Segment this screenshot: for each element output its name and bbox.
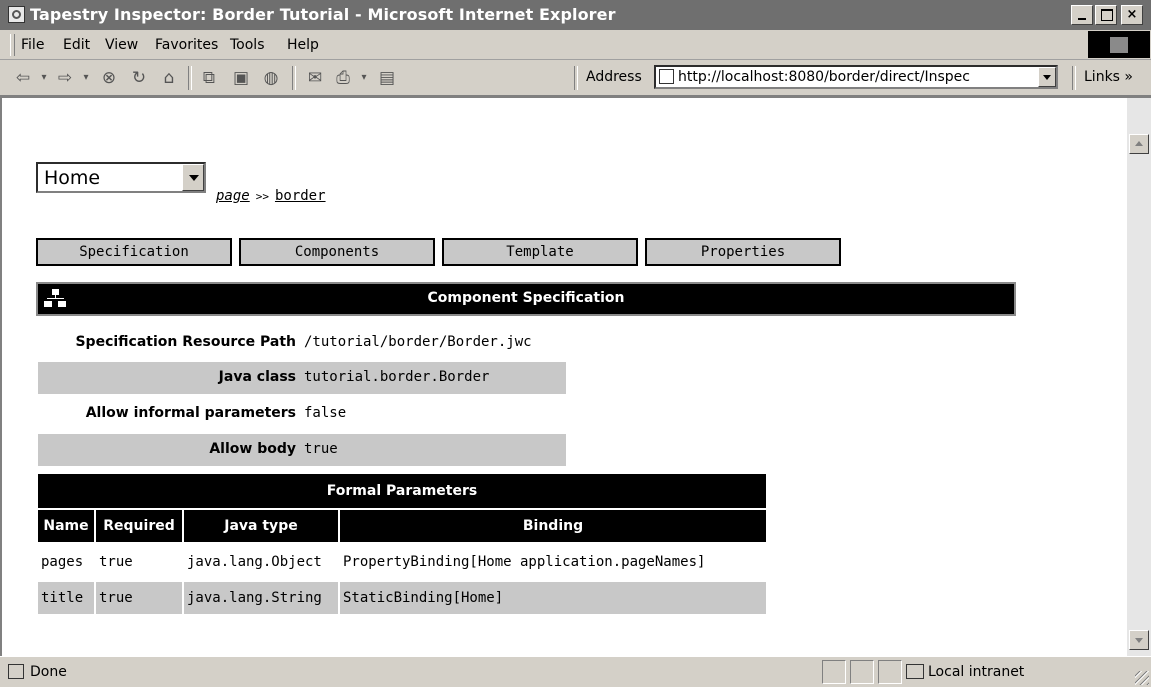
breadcrumb-page-link[interactable]: page bbox=[216, 188, 250, 204]
component-specification-header: Component Specification bbox=[36, 282, 1016, 316]
param-type-cell: java.lang.String bbox=[184, 582, 338, 614]
address-bar[interactable]: http://localhost:8080/border/direct/Insp… bbox=[654, 65, 1058, 89]
tab-properties[interactable]: Properties bbox=[645, 238, 841, 266]
toolbar-separator bbox=[1072, 66, 1076, 90]
param-name-cell: pages bbox=[41, 554, 84, 570]
menu-view[interactable]: View bbox=[105, 37, 138, 53]
links-button[interactable]: Links » bbox=[1084, 69, 1133, 85]
section-title: Component Specification bbox=[427, 290, 625, 306]
close-button[interactable]: × bbox=[1121, 5, 1143, 25]
print-icon[interactable]: ⎙ bbox=[330, 68, 356, 88]
page-select[interactable]: Home bbox=[36, 162, 206, 193]
page-icon bbox=[659, 69, 674, 84]
spec-row: Allow body true bbox=[38, 434, 566, 466]
forward-arrow-icon[interactable]: ⇨ bbox=[52, 68, 78, 88]
menu-grip[interactable] bbox=[10, 34, 15, 56]
status-bar: Done Local intranet bbox=[0, 656, 1151, 687]
edit-icon[interactable]: ▤ bbox=[374, 68, 400, 88]
column-header-java-type: Java type bbox=[184, 510, 338, 542]
formal-parameters-header: Formal Parameters bbox=[38, 474, 766, 508]
menu-file[interactable]: File bbox=[21, 37, 44, 53]
favorites-icon[interactable]: ▣ bbox=[228, 68, 254, 88]
tab-specification[interactable]: Specification bbox=[36, 238, 232, 266]
intranet-zone-icon bbox=[906, 664, 924, 679]
column-header-name: Name bbox=[38, 510, 94, 542]
breadcrumb-component-link[interactable]: border bbox=[275, 188, 326, 204]
search-icon[interactable]: ⧉ bbox=[196, 68, 222, 88]
menu-edit[interactable]: Edit bbox=[63, 37, 90, 53]
spec-value: /tutorial/border/Border.jwc bbox=[304, 334, 532, 350]
spec-label: Allow informal parameters bbox=[85, 405, 296, 421]
title-bar: Tapestry Inspector: Border Tutorial - Mi… bbox=[0, 0, 1151, 30]
menu-tools[interactable]: Tools bbox=[230, 37, 265, 53]
home-icon[interactable]: ⌂ bbox=[156, 68, 182, 88]
param-type-cell: java.lang.Object bbox=[187, 554, 322, 570]
menu-help[interactable]: Help bbox=[287, 37, 319, 53]
breadcrumb: page >> border bbox=[216, 188, 326, 204]
spec-label: Specification Resource Path bbox=[75, 334, 296, 350]
status-pane bbox=[850, 660, 874, 684]
tab-template[interactable]: Template bbox=[442, 238, 638, 266]
page-select-value: Home bbox=[44, 167, 101, 189]
column-header-binding: Binding bbox=[340, 510, 766, 542]
page-status-icon bbox=[8, 664, 24, 679]
spec-value: tutorial.border.Border bbox=[304, 369, 490, 385]
stop-icon[interactable]: ⊗ bbox=[96, 68, 122, 88]
column-header-required: Required bbox=[96, 510, 182, 542]
breadcrumb-separator: >> bbox=[255, 190, 269, 203]
vertical-scrollbar[interactable] bbox=[1127, 98, 1151, 656]
minimize-button[interactable] bbox=[1071, 5, 1093, 25]
address-label: Address bbox=[586, 69, 642, 85]
back-arrow-icon[interactable]: ⇦ bbox=[10, 68, 36, 88]
spec-value: false bbox=[304, 405, 347, 421]
print-dropdown-icon[interactable]: ▾ bbox=[358, 68, 370, 88]
status-pane bbox=[878, 660, 902, 684]
spec-label: Allow body bbox=[209, 441, 296, 457]
tab-components[interactable]: Components bbox=[239, 238, 435, 266]
page-select-dropdown-button[interactable] bbox=[182, 164, 204, 191]
refresh-icon[interactable]: ↻ bbox=[126, 68, 152, 88]
spec-row: Java class tutorial.border.Border bbox=[38, 362, 566, 394]
mail-icon[interactable]: ✉ bbox=[302, 68, 328, 88]
menu-favorites[interactable]: Favorites bbox=[155, 37, 218, 53]
toolbar-separator bbox=[188, 66, 192, 90]
address-dropdown-button[interactable] bbox=[1038, 67, 1056, 87]
status-pane bbox=[822, 660, 846, 684]
forward-dropdown-icon[interactable]: ▾ bbox=[80, 68, 92, 88]
standard-toolbar: ⇦ ▾ ⇨ ▾ ⊗ ↻ ⌂ ⧉ ▣ ◍ ✉ ⎙ ▾ ▤ Address http… bbox=[0, 60, 1151, 96]
param-required-cell: true bbox=[99, 554, 133, 570]
resize-grip[interactable] bbox=[1135, 671, 1149, 685]
address-input[interactable]: http://localhost:8080/border/direct/Insp… bbox=[678, 69, 1028, 85]
toolbar-separator bbox=[574, 66, 578, 90]
param-binding-cell: PropertyBinding[Home application.pageNam… bbox=[343, 554, 706, 570]
security-zone-label: Local intranet bbox=[928, 664, 1025, 680]
param-required-cell: true bbox=[96, 582, 182, 614]
status-text: Done bbox=[30, 664, 67, 680]
history-icon[interactable]: ◍ bbox=[258, 68, 284, 88]
scroll-down-button[interactable] bbox=[1129, 630, 1149, 650]
maximize-button[interactable] bbox=[1095, 5, 1117, 25]
param-binding-cell: StaticBinding[Home] bbox=[340, 582, 766, 614]
windows-logo-icon bbox=[1088, 31, 1150, 58]
spec-label: Java class bbox=[218, 369, 296, 385]
spec-row: Allow informal parameters false bbox=[38, 398, 566, 430]
window-title: Tapestry Inspector: Border Tutorial - Mi… bbox=[30, 5, 616, 24]
toolbar-separator bbox=[292, 66, 296, 90]
back-dropdown-icon[interactable]: ▾ bbox=[38, 68, 50, 88]
spec-value: true bbox=[304, 441, 338, 457]
param-name-cell: title bbox=[38, 582, 94, 614]
ie-app-icon[interactable] bbox=[8, 6, 25, 23]
menu-bar: File Edit View Favorites Tools Help bbox=[0, 30, 1151, 60]
scroll-up-button[interactable] bbox=[1129, 134, 1149, 154]
spec-row: Specification Resource Path /tutorial/bo… bbox=[38, 327, 566, 359]
